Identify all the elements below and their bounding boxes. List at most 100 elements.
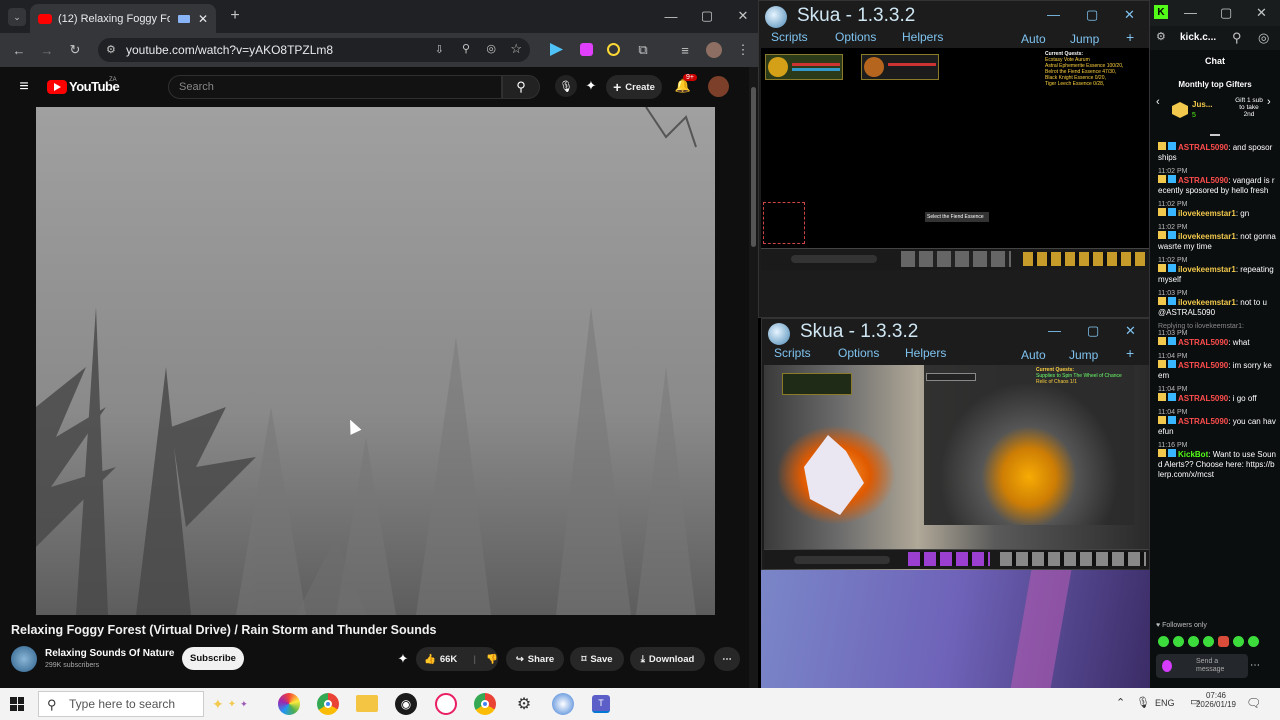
message-username[interactable]: ilovekeemstar1 — [1178, 209, 1236, 218]
install-app-icon[interactable]: ⇩ — [435, 43, 444, 56]
close-icon[interactable]: ✕ — [1256, 5, 1267, 21]
tab-close-icon[interactable]: ✕ — [198, 12, 208, 26]
chrome-icon[interactable] — [317, 693, 339, 715]
microphone-icon[interactable]: 🎙 — [1136, 696, 1150, 709]
action-bar[interactable] — [764, 549, 1149, 569]
youtube-search-input[interactable]: Search — [168, 75, 502, 99]
menu-scripts[interactable]: Scripts — [774, 346, 811, 360]
gifters-next-icon[interactable]: › — [1267, 96, 1271, 108]
taskbar-search-box[interactable]: ⚲ Type here to search — [38, 691, 204, 717]
emoji-icon[interactable] — [1162, 660, 1172, 672]
menu-options[interactable]: Options — [838, 346, 879, 360]
channel-name[interactable]: Relaxing Sounds Of Nature — [45, 648, 174, 659]
copilot-icon[interactable] — [278, 693, 300, 715]
menu-options[interactable]: Options — [835, 30, 876, 44]
more-options-icon[interactable]: ⋯ — [1250, 660, 1260, 671]
voice-search-icon[interactable]: 🎙 — [555, 75, 577, 97]
message-username[interactable]: ASTRAL5090 — [1178, 417, 1228, 426]
teams-icon[interactable]: T — [592, 695, 610, 713]
subscribe-button[interactable]: Subscribe — [182, 647, 244, 670]
file-explorer-icon[interactable] — [356, 695, 378, 712]
search-highlight-icon[interactable]: ✦ ✦ ✦ — [212, 694, 260, 714]
address-bar[interactable]: ⚙ youtube.com/watch?v=yAKO8TPZLm8 ⇩ ⚲ ◎ … — [98, 38, 530, 62]
back-icon[interactable]: ← — [10, 41, 28, 59]
minimize-icon[interactable]: — — [662, 7, 680, 25]
chat-message-input[interactable]: Send a message — [1156, 654, 1248, 678]
windows-start-icon[interactable] — [10, 697, 24, 711]
menu-scripts[interactable]: Scripts — [771, 30, 808, 44]
message-username[interactable]: ilovekeemstar1 — [1178, 232, 1236, 241]
extension-2-icon[interactable] — [580, 43, 593, 56]
auto-button[interactable]: Auto — [1021, 32, 1046, 46]
reload-icon[interactable]: ↻ — [66, 41, 84, 59]
hidden-icons-chevron-icon[interactable]: ⌃ — [1116, 696, 1125, 709]
message-username[interactable]: ASTRAL5090 — [1178, 361, 1228, 370]
tab-search-icon[interactable]: ⌄ — [8, 8, 26, 26]
action-bar[interactable] — [761, 248, 1149, 270]
create-button[interactable]: + Create — [606, 75, 662, 99]
extensions-puzzle-icon[interactable]: ⧉ — [635, 42, 651, 58]
jump-button[interactable]: Jump — [1069, 348, 1098, 362]
add-icon[interactable]: + — [1126, 345, 1134, 361]
collapse-icon[interactable] — [1210, 130, 1220, 136]
chrome-profile-icon[interactable] — [474, 693, 496, 715]
snipping-tool-icon[interactable] — [435, 693, 457, 715]
youtube-logo-icon[interactable] — [47, 80, 67, 94]
close-icon[interactable]: ✕ — [1125, 323, 1136, 339]
share-button[interactable]: ↪ Share — [506, 647, 564, 671]
emote-bar[interactable] — [1158, 636, 1276, 648]
settings-gear-icon[interactable]: ⚙ — [513, 693, 535, 715]
notification-center-icon[interactable]: 🗨 — [1246, 696, 1261, 710]
hamburger-menu-icon[interactable]: ≡ — [14, 77, 34, 97]
auto-button[interactable]: Auto — [1021, 348, 1046, 362]
maximize-icon[interactable]: ▢ — [1220, 5, 1232, 21]
game-view-2[interactable]: Current Quests: Supplies to Spin The Whe… — [764, 365, 1149, 570]
kick-url[interactable]: kick.c... — [1180, 32, 1216, 43]
extension-icon[interactable]: ✦ — [582, 77, 600, 95]
download-button[interactable]: ⤓ Download — [630, 647, 705, 671]
thumbs-down-icon[interactable]: 👎 — [486, 654, 498, 665]
extension-3-icon[interactable] — [607, 43, 620, 56]
message-username[interactable]: ilovekeemstar1 — [1178, 265, 1236, 274]
close-window-icon[interactable]: ✕ — [734, 7, 752, 25]
save-button[interactable]: ⌑ Save — [570, 647, 624, 671]
minimize-icon[interactable]: — — [1047, 7, 1060, 22]
close-icon[interactable]: ✕ — [1124, 7, 1135, 23]
obs-icon[interactable]: ◉ — [395, 693, 417, 715]
page-scrollbar[interactable] — [749, 67, 758, 688]
menu-helpers[interactable]: Helpers — [902, 30, 943, 44]
minimize-icon[interactable]: — — [1048, 323, 1061, 338]
gifter-name[interactable]: Jus... — [1192, 100, 1212, 109]
bookmark-star-icon[interactable]: ☆ — [510, 41, 522, 57]
message-username[interactable]: ASTRAL5090 — [1178, 176, 1228, 185]
zoom-icon[interactable]: ⚲ — [462, 42, 470, 55]
scrollbar-thumb[interactable] — [751, 87, 756, 247]
zoom-icon[interactable]: ⚲ — [1232, 30, 1242, 46]
clock[interactable]: 07:46 2026/01/19 — [1190, 691, 1242, 709]
message-username[interactable]: KickBot — [1178, 450, 1208, 459]
message-username[interactable]: ASTRAL5090 — [1178, 143, 1228, 152]
search-button[interactable]: ⚲ — [502, 75, 540, 99]
like-button[interactable]: 👍 66K | 👎 — [416, 647, 498, 671]
skua-taskbar-icon[interactable] — [552, 693, 574, 715]
message-username[interactable]: ilovekeemstar1 — [1178, 298, 1236, 307]
settings-icon[interactable]: ⚙ — [1156, 30, 1166, 43]
more-actions-button[interactable]: ⋯ — [714, 647, 740, 671]
add-icon[interactable]: + — [1126, 29, 1134, 45]
eye-off-icon[interactable]: ◎ — [1258, 30, 1269, 46]
gift-prompt[interactable]: Gift 1 sub to take 2nd — [1234, 97, 1264, 118]
message-username[interactable]: ASTRAL5090 — [1178, 394, 1228, 403]
forward-icon[interactable]: → — [38, 41, 56, 59]
eye-off-icon[interactable]: ◎ — [486, 42, 496, 55]
menu-kebab-icon[interactable]: ⋮ — [736, 42, 750, 58]
new-tab-button[interactable]: + — [226, 7, 244, 25]
message-username[interactable]: ASTRAL5090 — [1178, 338, 1228, 347]
menu-helpers[interactable]: Helpers — [905, 346, 946, 360]
media-control-icon[interactable]: ≡ — [677, 42, 693, 58]
profile-avatar[interactable] — [706, 42, 722, 58]
site-info-icon[interactable]: ⚙ — [106, 43, 116, 56]
channel-avatar[interactable] — [11, 646, 37, 672]
video-player[interactable] — [36, 107, 715, 615]
user-avatar[interactable] — [708, 76, 729, 97]
language-indicator[interactable]: ENG — [1155, 698, 1175, 708]
